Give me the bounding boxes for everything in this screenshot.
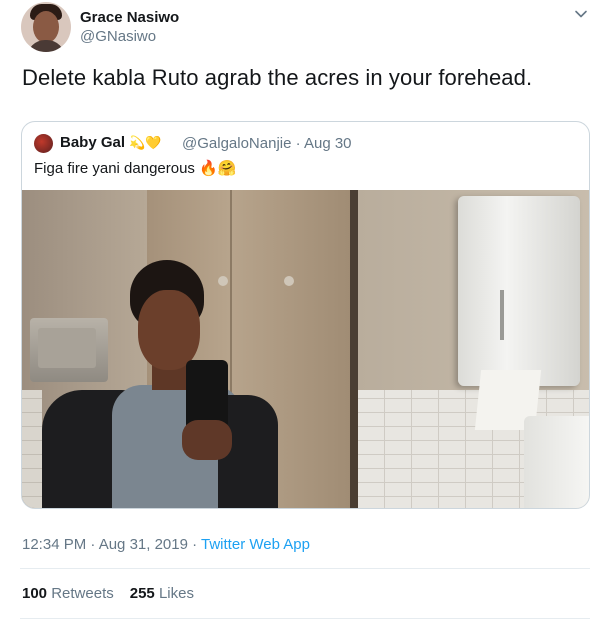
likes-count: 255 (129, 585, 155, 602)
quoted-name-text: Baby Gal (60, 134, 126, 151)
quoted-tweet[interactable]: Baby Gal 💫💛 @GalgaloNanjie · Aug 30 Figa… (21, 121, 590, 509)
author-name[interactable]: Grace Nasiwo (80, 9, 179, 26)
quoted-photo[interactable] (22, 190, 589, 508)
quoted-avatar[interactable] (34, 134, 53, 153)
tweet-source[interactable]: Twitter Web App (201, 536, 310, 553)
retweets-count: 100 (22, 585, 48, 602)
photo-towel-dispenser (458, 196, 580, 386)
quoted-handle-line: @GalgaloNanjie · Aug 30 (182, 135, 352, 152)
avatar-body (27, 40, 65, 52)
quoted-separator: · (295, 135, 301, 152)
photo-hand-dryer-panel (38, 328, 96, 368)
photo-door-knob (218, 276, 228, 286)
tweet: Grace Nasiwo @GNasiwo Delete kabla Ruto … (0, 0, 610, 619)
quoted-author-name[interactable]: Baby Gal 💫💛 (60, 134, 162, 151)
quoted-handle[interactable]: @GalgaloNanjie (182, 135, 291, 152)
photo-tiles-left (22, 390, 42, 508)
chevron-down-icon[interactable] (573, 6, 589, 22)
tweet-meta: 12:34 PM · Aug 31, 2019 · Twitter Web Ap… (22, 536, 310, 553)
avatar[interactable] (21, 2, 71, 52)
photo-hand (182, 420, 232, 460)
retweets-stat[interactable]: 100 Retweets (22, 585, 114, 602)
quoted-name-emojis: 💫💛 (129, 135, 162, 150)
photo-bin (524, 416, 589, 508)
photo-door-frame (350, 190, 358, 508)
tweet-text: Delete kabla Ruto agrab the acres in you… (22, 65, 533, 90)
author-handle[interactable]: @GNasiwo (80, 28, 156, 45)
photo-dispenser-window (500, 290, 504, 340)
quoted-tweet-text: Figa fire yani dangerous 🔥🤗 (34, 160, 237, 177)
quoted-date[interactable]: Aug 30 (304, 135, 352, 152)
photo-door-knob (284, 276, 294, 286)
photo-face (138, 290, 200, 370)
likes-label: Likes (158, 585, 194, 602)
likes-stat[interactable]: 255 Likes (130, 585, 194, 602)
tweet-stats: 100 Retweets 255 Likes (22, 585, 194, 602)
tweet-timestamp[interactable]: 12:34 PM · Aug 31, 2019 · (22, 536, 201, 553)
avatar-face (33, 11, 59, 43)
retweets-label: Retweets (51, 585, 114, 602)
divider (20, 568, 590, 569)
